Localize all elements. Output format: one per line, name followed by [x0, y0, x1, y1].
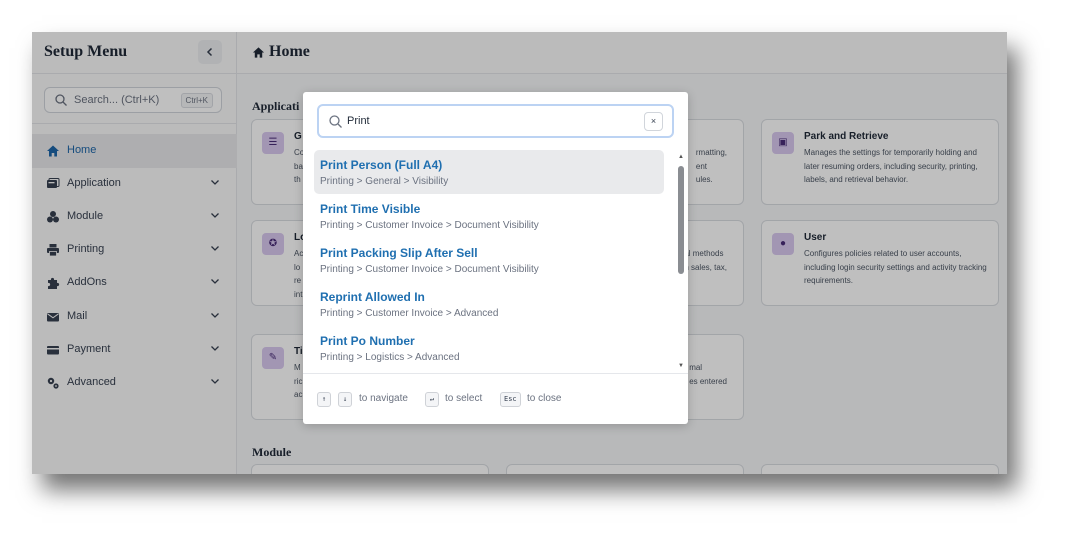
result-path: Printing > Customer Invoice > Advanced — [320, 308, 499, 319]
scrollbar-thumb[interactable] — [678, 166, 684, 274]
close-hint: to close — [527, 393, 562, 404]
navigate-hint: to navigate — [359, 393, 408, 404]
search-result-item[interactable]: Reprint Allowed In Printing > Customer I… — [314, 282, 664, 326]
result-title: Print Packing Slip After Sell — [320, 246, 478, 260]
search-results: Print Person (Full A4) Printing > Genera… — [314, 150, 666, 370]
search-modal: Print × Print Person (Full A4) Printing … — [303, 92, 688, 424]
results-scrollbar[interactable]: ▲ ▼ — [678, 154, 684, 369]
clear-search-button[interactable]: × — [644, 112, 663, 131]
scroll-down-arrow-icon[interactable]: ▼ — [678, 363, 684, 369]
search-result-item[interactable]: Print Po Number Printing > Logistics > A… — [314, 326, 664, 370]
result-title: Print Po Number — [320, 334, 415, 348]
result-path: Printing > Logistics > Advanced — [320, 352, 460, 363]
result-title: Print Person (Full A4) — [320, 158, 443, 172]
result-path: Printing > General > Visibility — [320, 176, 449, 187]
modal-search-input[interactable]: Print × — [317, 104, 674, 138]
search-result-item[interactable]: Print Time Visible Printing > Customer I… — [314, 194, 664, 238]
search-result-item[interactable]: Print Person (Full A4) Printing > Genera… — [314, 150, 664, 194]
result-path: Printing > Customer Invoice > Document V… — [320, 264, 539, 275]
result-path: Printing > Customer Invoice > Document V… — [320, 220, 539, 231]
stage: Setup Menu Search... (Ctrl+K) Ctrl+K Hom… — [0, 0, 1072, 539]
result-title: Print Time Visible — [320, 202, 421, 216]
key-esc: Esc — [500, 392, 521, 407]
scroll-up-arrow-icon[interactable]: ▲ — [678, 154, 684, 160]
select-hint: to select — [445, 393, 483, 404]
search-query: Print — [347, 115, 370, 127]
key-enter: ↵ — [425, 392, 439, 407]
search-icon — [329, 115, 342, 128]
app-window: Setup Menu Search... (Ctrl+K) Ctrl+K Hom… — [32, 32, 1007, 474]
modal-footer: ↑ ↓ to navigate ↵ to select Esc to close — [303, 373, 688, 424]
key-down: ↓ — [338, 392, 352, 407]
key-up: ↑ — [317, 392, 331, 407]
search-result-item[interactable]: Print Packing Slip After Sell Printing >… — [314, 238, 664, 282]
result-title: Reprint Allowed In — [320, 290, 425, 304]
